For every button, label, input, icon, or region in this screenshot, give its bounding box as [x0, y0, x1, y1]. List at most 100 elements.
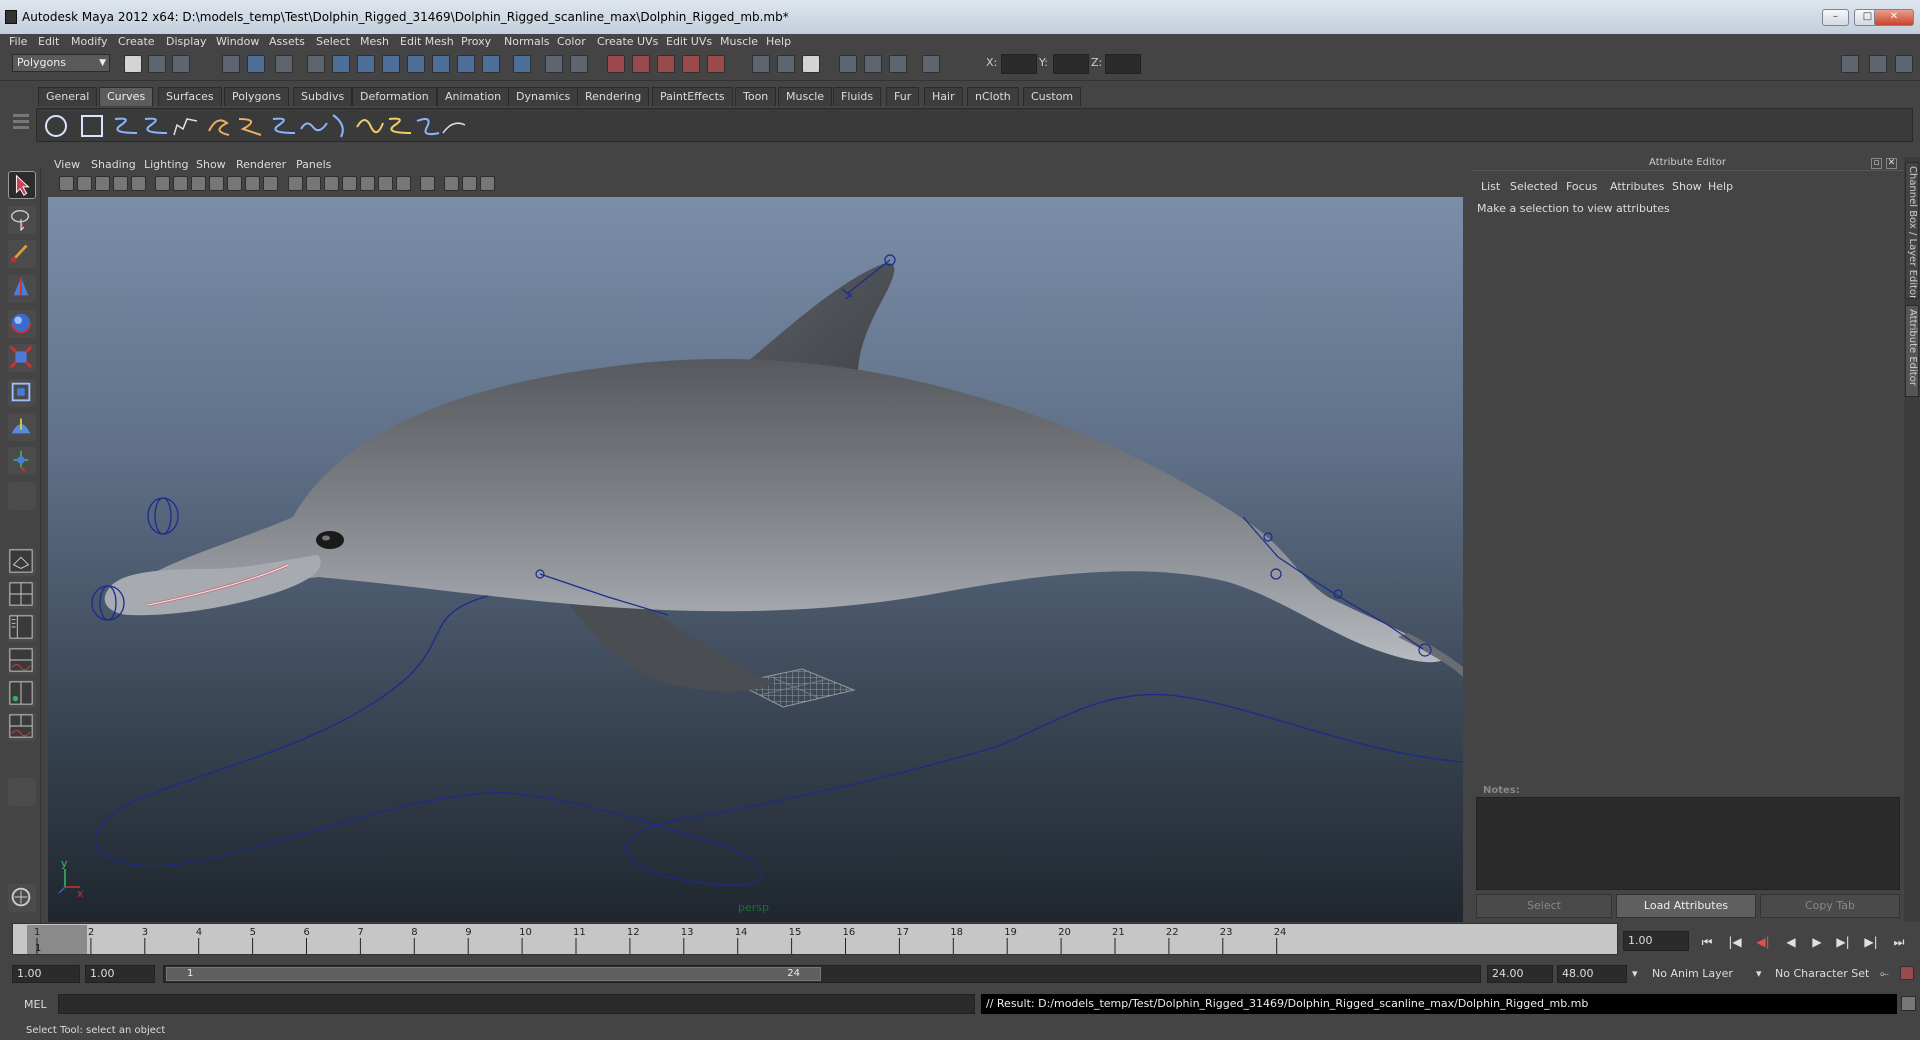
snap-to-points-icon[interactable] — [657, 55, 675, 73]
layout-hypershade-persp-icon[interactable] — [8, 680, 36, 708]
mel-command-input[interactable] — [58, 994, 975, 1014]
step-back-key-icon[interactable]: |◀ — [1724, 933, 1746, 951]
shelf-tab-muscle[interactable]: Muscle — [778, 87, 833, 106]
cv-curve-icon[interactable] — [111, 111, 141, 141]
select-surfaces-icon[interactable] — [407, 55, 425, 73]
layout-persp-graph-icon[interactable] — [8, 647, 36, 675]
rotate-tool-icon[interactable] — [8, 310, 36, 338]
layout-single-perspective-icon[interactable] — [8, 548, 36, 576]
hypershade-icon[interactable] — [889, 55, 907, 73]
xray-joints-icon[interactable] — [444, 176, 459, 191]
shelf-tab-ncloth[interactable]: nCloth — [967, 87, 1019, 106]
shadows-icon[interactable] — [378, 176, 393, 191]
shelf-tab-general[interactable]: General — [38, 87, 98, 106]
close-panel-icon[interactable]: ✕ — [1886, 158, 1897, 169]
y-input[interactable] — [1053, 54, 1089, 74]
float-panel-icon[interactable]: ▫ — [1871, 158, 1882, 169]
menu-set-selector[interactable]: Polygons ▼ — [12, 54, 110, 72]
select-button[interactable]: Select — [1476, 894, 1612, 918]
shelf-tab-subdivs[interactable]: Subdivs — [293, 87, 353, 106]
toggle-sidebar-icon[interactable] — [1841, 55, 1859, 73]
menu-assets[interactable]: Assets — [269, 35, 305, 48]
menu-file[interactable]: File — [9, 35, 27, 48]
play-forwards-icon[interactable]: ▶ — [1806, 933, 1828, 951]
menu-proxy[interactable]: Proxy — [461, 35, 491, 48]
go-to-end-icon[interactable]: ⏭ — [1888, 933, 1910, 951]
shelf-tab-fluids[interactable]: Fluids — [833, 87, 882, 106]
shelf-tab-fur[interactable]: Fur — [886, 87, 920, 106]
animation-end-field[interactable]: 48.00 — [1557, 965, 1627, 983]
absolute-transform-icon[interactable] — [922, 55, 940, 73]
add-points-icon[interactable] — [439, 111, 469, 141]
tab-channel-box[interactable]: Channel Box / Layer Editor — [1905, 162, 1919, 299]
xray-icon[interactable] — [396, 176, 411, 191]
select-hierarchy-icon[interactable] — [222, 55, 240, 73]
shelf-tab-hair[interactable]: Hair — [924, 87, 963, 106]
shelf-tab-dynamics[interactable]: Dynamics — [508, 87, 579, 106]
auto-key-icon[interactable]: ⟜ — [1880, 967, 1889, 981]
move-tool-icon[interactable] — [8, 275, 36, 303]
viewport-menu-lighting[interactable]: Lighting — [144, 158, 188, 171]
animation-start-field[interactable]: 1.00 — [12, 965, 80, 983]
select-tool-icon[interactable] — [8, 171, 36, 199]
textured-icon[interactable] — [342, 176, 357, 191]
select-deformations-icon[interactable] — [432, 55, 450, 73]
rig-control-head[interactable] — [147, 497, 179, 535]
select-object-mode-icon[interactable] — [247, 55, 265, 73]
notes-field[interactable] — [1476, 797, 1900, 890]
layout-outliner-persp-icon[interactable] — [8, 614, 36, 642]
viewport-menu-show[interactable]: Show — [196, 158, 226, 171]
menu-muscle[interactable]: Muscle — [720, 35, 758, 48]
ae-menu-focus[interactable]: Focus — [1566, 180, 1597, 193]
more-layouts-icon[interactable] — [8, 778, 36, 806]
detach-curves-icon[interactable] — [299, 111, 329, 141]
menu-color[interactable]: Color — [557, 35, 586, 48]
construction-history-icon[interactable] — [777, 55, 795, 73]
layout-persp-outliner-graph-icon[interactable] — [8, 713, 36, 741]
render-current-frame-icon[interactable] — [802, 55, 820, 73]
animation-preferences-icon[interactable] — [1900, 966, 1914, 980]
ipr-render-icon[interactable] — [839, 55, 857, 73]
input-output-connections-icon[interactable] — [752, 55, 770, 73]
ae-menu-list[interactable]: List — [1481, 180, 1500, 193]
nurbs-square-icon[interactable] — [77, 111, 107, 141]
current-time-field[interactable]: 1.00 — [1623, 931, 1689, 951]
selection-mask-menu-icon[interactable] — [307, 55, 325, 73]
menu-create-uvs[interactable]: Create UVs — [597, 35, 658, 48]
menu-normals[interactable]: Normals — [504, 35, 550, 48]
snap-to-curves-icon[interactable] — [632, 55, 650, 73]
play-backwards-icon[interactable]: ◀ — [1780, 933, 1802, 951]
ae-menu-help[interactable]: Help — [1708, 180, 1733, 193]
shelf-tab-polygons[interactable]: Polygons — [224, 87, 289, 106]
save-scene-icon[interactable] — [172, 55, 190, 73]
image-plane-icon[interactable] — [113, 176, 128, 191]
bookmarks-icon[interactable] — [95, 176, 110, 191]
two-d-pan-zoom-icon[interactable] — [131, 176, 146, 191]
minimize-button[interactable]: – — [1822, 9, 1849, 26]
open-scene-icon[interactable] — [148, 55, 166, 73]
playback-end-field[interactable]: 24.00 — [1487, 965, 1553, 983]
select-dynamics-icon[interactable] — [457, 55, 475, 73]
viewport-menu-view[interactable]: View — [54, 158, 80, 171]
make-live-icon[interactable] — [707, 55, 725, 73]
shelf-tab-animation[interactable]: Animation — [437, 87, 510, 106]
range-bar[interactable]: 1 24 — [163, 965, 1481, 983]
xray-active-components-icon[interactable] — [462, 176, 477, 191]
menu-help[interactable]: Help — [766, 35, 791, 48]
go-to-start-icon[interactable]: ⏮ — [1696, 933, 1718, 951]
snap-to-grids-icon[interactable] — [607, 55, 625, 73]
shelf-tab-painteffects[interactable]: PaintEffects — [652, 87, 733, 106]
select-misc-icon[interactable] — [513, 55, 531, 73]
step-forward-key-icon[interactable]: ▶| — [1832, 933, 1854, 951]
load-attributes-button[interactable]: Load Attributes — [1616, 894, 1756, 918]
new-scene-icon[interactable] — [124, 55, 142, 73]
attach-curves-icon[interactable] — [269, 111, 299, 141]
playback-start-field[interactable]: 1.00 — [85, 965, 155, 983]
film-gate-icon[interactable] — [173, 176, 188, 191]
smooth-shade-icon[interactable] — [306, 176, 321, 191]
wireframe-icon[interactable] — [288, 176, 303, 191]
x-input[interactable] — [1001, 54, 1037, 74]
menu-window[interactable]: Window — [216, 35, 259, 48]
menu-create[interactable]: Create — [118, 35, 155, 48]
wireframe-on-shaded-icon[interactable] — [324, 176, 339, 191]
